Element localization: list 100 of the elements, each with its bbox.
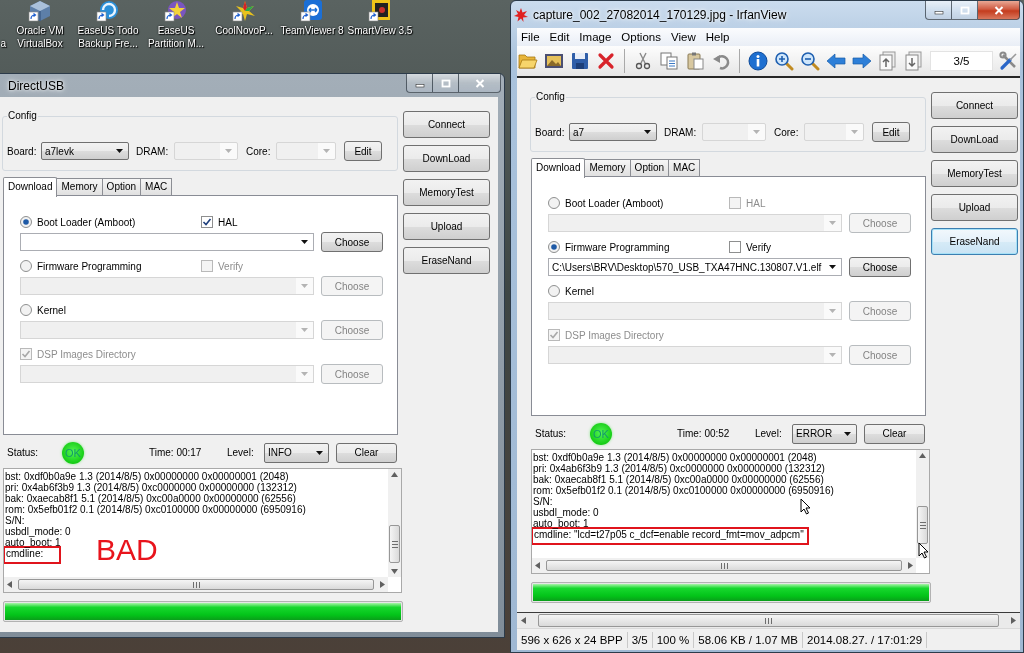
action-button[interactable]: Connect (931, 92, 1018, 119)
zoom-out-icon[interactable] (800, 51, 820, 71)
annotation-text: BAD (96, 535, 158, 565)
scroll-right-icon[interactable] (380, 581, 385, 588)
action-button[interactable]: EraseNand (931, 228, 1018, 255)
action-button[interactable]: DownLoad (403, 145, 490, 172)
tools-icon[interactable] (999, 51, 1019, 71)
scrollbar-thumb[interactable] (546, 560, 902, 571)
radio-button[interactable] (548, 241, 560, 253)
checkbox[interactable] (201, 216, 213, 228)
scroll-left-icon[interactable] (535, 562, 540, 569)
status-light: OK (590, 422, 612, 445)
picture-icon[interactable] (544, 51, 564, 71)
desktop-icon-label[interactable]: SmartView 3.5 (347, 24, 413, 37)
scrollbar-thumb[interactable] (18, 579, 374, 590)
star-disc-icon[interactable] (164, 0, 188, 22)
radio-button[interactable] (20, 260, 32, 272)
scroll-right-icon[interactable] (908, 562, 913, 569)
scroll-right-icon[interactable] (1011, 617, 1016, 624)
clear-button[interactable]: Clear (864, 423, 925, 444)
scissors-icon[interactable] (633, 51, 653, 71)
caret-icon (116, 149, 123, 153)
close-button[interactable] (978, 1, 1020, 20)
swirl-icon[interactable] (96, 0, 120, 22)
choose-button[interactable]: Choose (849, 257, 911, 277)
action-button[interactable]: DownLoad (931, 126, 1018, 153)
minimize-button[interactable] (406, 74, 433, 93)
tab[interactable]: MAC (140, 178, 173, 195)
scrollbar-thumb[interactable] (389, 525, 400, 563)
status-text: 100 % (652, 631, 695, 648)
menu-item[interactable]: Image (574, 31, 617, 43)
arrow-right-icon[interactable] (852, 51, 872, 71)
scrollbar-thumb[interactable] (917, 506, 928, 544)
arrows-tile-icon[interactable] (300, 0, 324, 22)
action-button[interactable]: Connect (403, 111, 490, 138)
level-dropdown[interactable]: ERROR (792, 423, 857, 444)
path-dropdown[interactable]: C:\Users\BRV\Desktop\570_USB_TXA47HNC.130807.V1.elf (548, 258, 842, 276)
desktop-icon-label[interactable]: a (0, 37, 6, 50)
desktop-icon-label[interactable]: CoolNovoP... (215, 24, 273, 37)
clear-button[interactable]: Clear (336, 442, 397, 463)
tab[interactable]: Memory (56, 178, 103, 195)
scrollbar-thumb[interactable] (538, 614, 999, 627)
scroll-left-icon[interactable] (521, 617, 526, 624)
level-dropdown[interactable]: INFO (264, 442, 329, 463)
menu-item[interactable]: View (665, 31, 701, 43)
tab[interactable]: Download (3, 177, 58, 197)
caret-icon (301, 328, 308, 332)
maximize-button[interactable] (952, 1, 978, 20)
pages-down-icon[interactable] (904, 51, 924, 71)
edit-button[interactable]: Edit (872, 122, 910, 142)
desktop-icon-label[interactable]: EaseUS Partition M... (147, 24, 205, 50)
action-button[interactable]: MemoryTest (403, 179, 490, 206)
maximize-button[interactable] (433, 74, 459, 93)
tab[interactable]: MAC (668, 159, 701, 176)
edit-button[interactable]: Edit (344, 141, 382, 161)
dropdown[interactable]: a7 (569, 123, 657, 141)
action-button[interactable]: EraseNand (403, 247, 490, 274)
desktop-icon-label[interactable]: EaseUS Todo Backup Fre... (77, 24, 139, 50)
folder-icon[interactable] (518, 51, 538, 71)
app-tile-icon[interactable] (368, 0, 392, 22)
cube-icon[interactable] (28, 0, 52, 22)
tab[interactable]: Memory (584, 159, 631, 176)
arrow-left-icon[interactable] (826, 51, 846, 71)
log-line: auto_boot: 1 (5, 537, 61, 548)
tab[interactable]: Download (531, 158, 586, 178)
zoom-in-icon[interactable] (774, 51, 794, 71)
action-button[interactable]: Upload (403, 213, 490, 240)
star-icon[interactable] (232, 0, 256, 22)
scroll-up-icon[interactable] (919, 453, 926, 458)
scroll-up-icon[interactable] (391, 472, 398, 477)
cross-icon[interactable] (596, 51, 616, 71)
scroll-down-icon[interactable] (391, 569, 398, 574)
desktop-icon-label[interactable]: TeamViewer 8 (280, 24, 344, 37)
action-button[interactable]: MemoryTest (931, 160, 1018, 187)
minimize-button[interactable] (925, 1, 952, 20)
page-field[interactable]: 3/5 (930, 51, 993, 71)
caret-icon (225, 149, 232, 153)
info-icon[interactable] (748, 51, 768, 71)
checkbox[interactable] (729, 241, 741, 253)
tab[interactable]: Option (101, 178, 142, 195)
radio-button[interactable] (548, 285, 560, 297)
desktop-icon-label[interactable]: Oracle VM VirtualBox (16, 24, 64, 50)
menu-item[interactable]: Edit (544, 31, 575, 43)
menu-item[interactable]: File (517, 31, 545, 43)
clipboard-icon[interactable] (685, 51, 705, 71)
radio-button[interactable] (20, 216, 32, 228)
radio-button[interactable] (548, 197, 560, 209)
status-text: 3/5 (627, 631, 653, 648)
action-button[interactable]: Upload (931, 194, 1018, 221)
scroll-left-icon[interactable] (7, 581, 12, 588)
dropdown[interactable]: a7levk (41, 142, 129, 160)
radio-button[interactable] (20, 304, 32, 316)
menu-item[interactable]: Options (616, 31, 666, 43)
copy-icon[interactable] (659, 51, 679, 71)
choose-button[interactable]: Choose (321, 232, 383, 252)
save-icon[interactable] (570, 51, 590, 71)
menu-item[interactable]: Help (700, 31, 735, 43)
pages-up-icon[interactable] (878, 51, 898, 71)
tab[interactable]: Option (629, 159, 670, 176)
close-button[interactable] (459, 74, 501, 93)
